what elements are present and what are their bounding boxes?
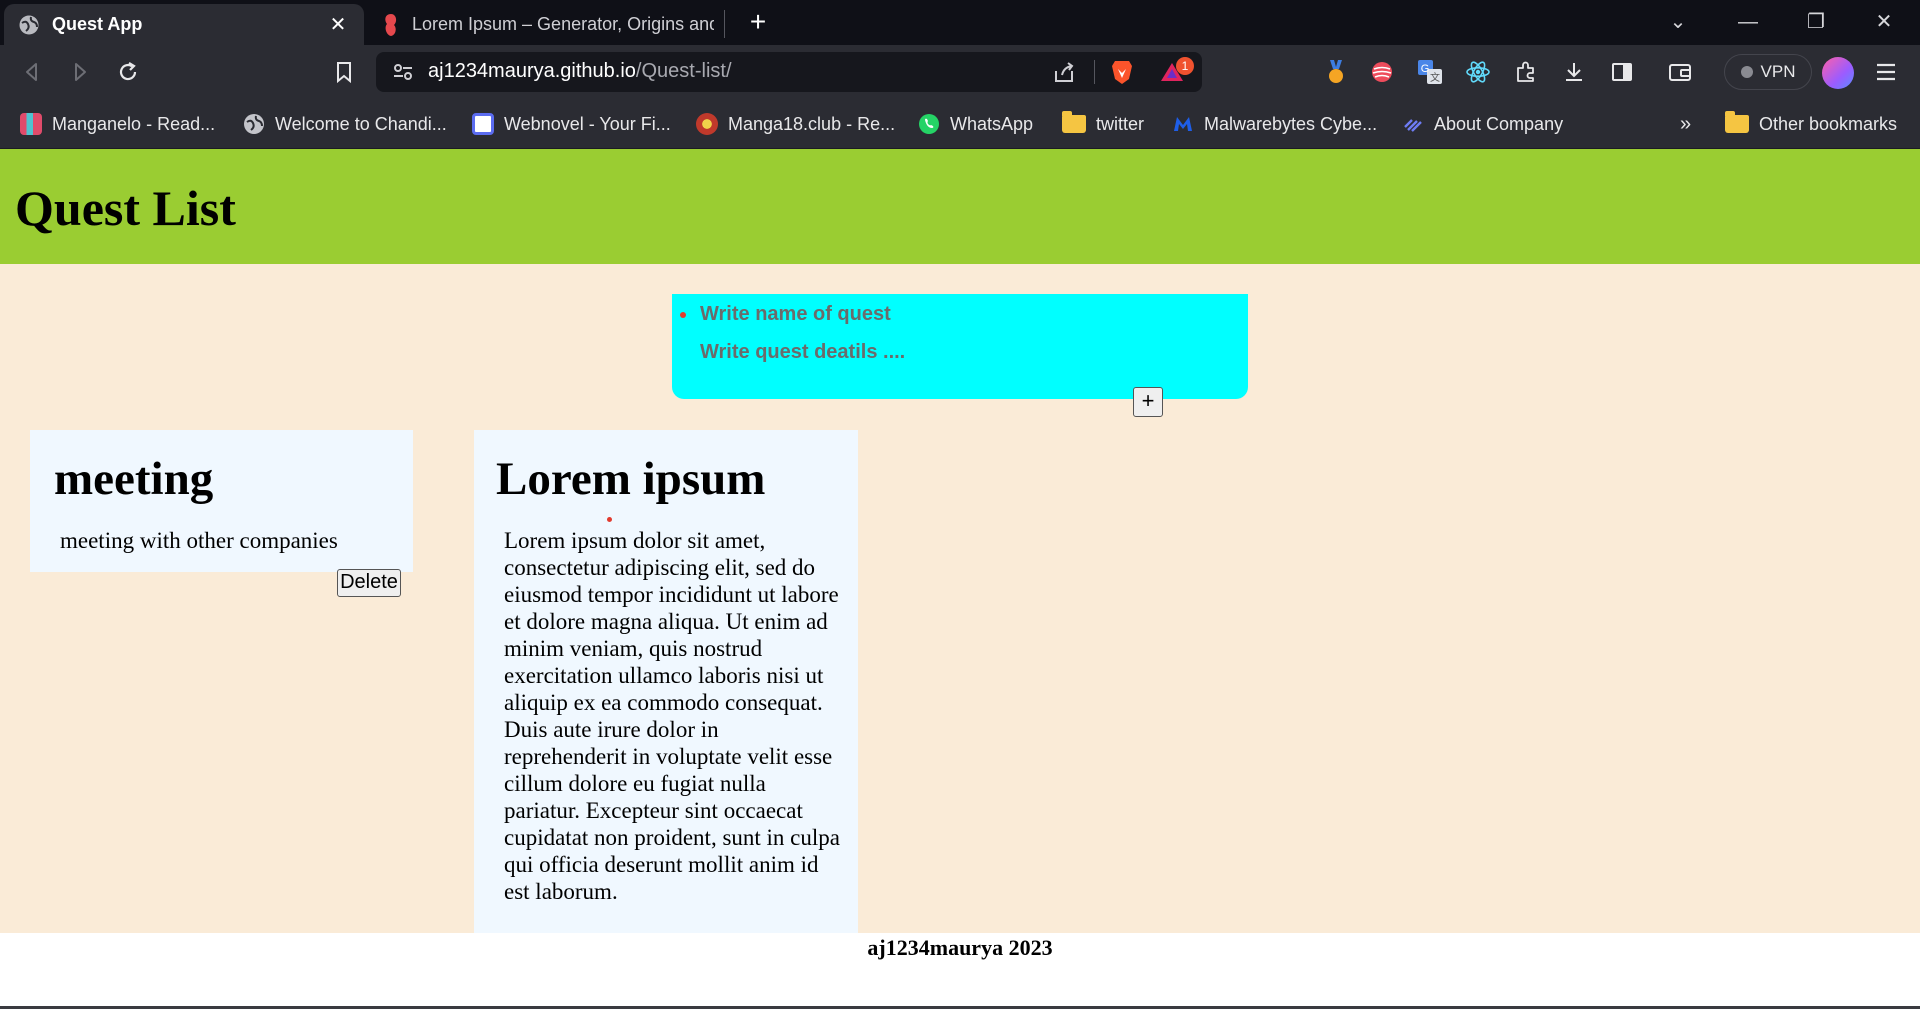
url-text: aj1234maurya.github.io/Quest-list/ <box>428 60 732 83</box>
tab-quest-app[interactable]: Quest App ✕ <box>4 4 364 45</box>
back-icon[interactable] <box>16 56 48 88</box>
bookmarks-bar: Manganelo - Read... Welcome to Chandi...… <box>0 99 1920 149</box>
close-window-icon[interactable]: ✕ <box>1864 8 1904 36</box>
page-footer: aj1234maurya 2023 <box>0 933 1920 1009</box>
malwarebytes-icon <box>1174 117 1192 131</box>
bookmark-label: Welcome to Chandi... <box>275 113 447 134</box>
bookmark-manga18[interactable]: Manga18.club - Re... <box>696 109 895 139</box>
bookmark-webnovel[interactable]: Webnovel - Your Fi... <box>472 109 671 139</box>
site-settings-icon[interactable] <box>392 62 414 82</box>
wallet-icon[interactable] <box>1664 56 1696 88</box>
new-tab-button[interactable]: + <box>742 7 774 39</box>
react-devtools-icon[interactable] <box>1462 56 1494 88</box>
bookmark-whatsapp[interactable]: WhatsApp <box>918 109 1033 139</box>
bookmark-label: Malwarebytes Cybe... <box>1204 113 1378 134</box>
medal-extension-icon[interactable] <box>1320 56 1352 88</box>
quest-card: meeting meeting with other companies <box>30 430 413 572</box>
bookmark-chandigarh[interactable]: Welcome to Chandi... <box>243 109 447 139</box>
quest-form <box>672 294 1248 399</box>
decorative-dot <box>607 517 612 522</box>
whatsapp-icon <box>919 114 939 134</box>
translate-icon[interactable]: G文 <box>1414 56 1446 88</box>
reload-icon[interactable] <box>112 56 144 88</box>
extensions-icon[interactable] <box>1510 56 1542 88</box>
bookmark-label: About Company <box>1434 113 1564 134</box>
red-ball-extension-icon[interactable] <box>1366 56 1398 88</box>
bookmark-manganelo[interactable]: Manganelo - Read... <box>20 109 215 139</box>
footer-text: aj1234maurya 2023 <box>867 935 1053 960</box>
quest-card: Lorem ipsum Lorem ipsum dolor sit amet, … <box>474 430 858 933</box>
quest-details: meeting with other companies <box>60 528 338 553</box>
menu-icon[interactable] <box>1870 56 1902 88</box>
folder-icon <box>1725 111 1749 133</box>
notification-badge: 1 <box>1176 57 1194 75</box>
quest-details-input[interactable] <box>700 338 1220 366</box>
folder-icon <box>1062 111 1086 133</box>
bookmark-label: WhatsApp <box>950 113 1034 134</box>
tab-title: Quest App <box>52 14 143 34</box>
quest-name-input[interactable] <box>700 300 1220 328</box>
svg-text:G: G <box>1421 63 1430 75</box>
url-path: /Quest-list/ <box>635 60 732 82</box>
lorem-ipsum-favicon-icon <box>385 13 397 36</box>
manganelo-favicon-icon <box>20 113 42 135</box>
tab-lorem-ipsum[interactable]: Lorem Ipsum – Generator, Origins and <box>372 4 724 45</box>
bookmark-label: Manga18.club - Re... <box>728 113 896 134</box>
restore-icon[interactable]: ❐ <box>1796 8 1836 36</box>
url-host: aj1234maurya.github.io <box>428 60 636 82</box>
sidebar-toggle-icon[interactable] <box>1606 56 1638 88</box>
add-quest-button[interactable]: + <box>1133 387 1163 417</box>
more-bookmarks-button[interactable]: » <box>1680 109 1691 139</box>
svg-text:文: 文 <box>1430 71 1440 84</box>
other-bookmarks-folder[interactable]: Other bookmarks <box>1725 109 1897 139</box>
url-divider <box>1094 60 1095 84</box>
quest-details: Lorem ipsum dolor sit amet, consectetur … <box>504 528 840 904</box>
delete-button[interactable]: Delete <box>337 569 401 597</box>
profile-avatar[interactable] <box>1822 57 1854 89</box>
vpn-button[interactable]: VPN <box>1724 54 1812 90</box>
address-bar[interactable]: aj1234maurya.github.io/Quest-list/ 1 <box>376 52 1202 92</box>
tab-divider <box>724 10 725 38</box>
globe-icon <box>244 114 264 134</box>
minimize-icon[interactable]: — <box>1728 8 1768 36</box>
vpn-label: VPN <box>1760 62 1796 81</box>
share-icon[interactable] <box>1052 61 1076 83</box>
browser-tab-bar: Quest App ✕ Lorem Ipsum – Generator, Ori… <box>0 0 1920 45</box>
bookmark-about-company[interactable]: About Company <box>1402 109 1563 139</box>
webnovel-favicon-icon <box>472 113 494 135</box>
bookmark-label: Webnovel - Your Fi... <box>504 113 671 134</box>
vpn-status-icon <box>1740 66 1753 78</box>
brave-shields-icon[interactable] <box>1110 59 1134 85</box>
quest-title: meeting <box>54 453 214 505</box>
tab-title: Lorem Ipsum – Generator, Origins and <box>412 14 714 34</box>
about-company-icon <box>1404 119 1422 132</box>
download-icon[interactable] <box>1558 56 1590 88</box>
page-title: Quest List <box>15 180 236 236</box>
bookmark-icon[interactable] <box>328 56 360 88</box>
bookmark-malwarebytes[interactable]: Malwarebytes Cybe... <box>1172 109 1377 139</box>
manga18-favicon-icon <box>696 113 718 135</box>
browser-toolbar: aj1234maurya.github.io/Quest-list/ 1 G文 … <box>0 45 1920 99</box>
quest-title: Lorem ipsum <box>496 453 766 505</box>
forward-icon[interactable] <box>64 56 96 88</box>
bookmark-twitter-folder[interactable]: twitter <box>1062 109 1144 139</box>
app-header: Quest List <box>0 149 1920 264</box>
form-bullet <box>680 312 686 318</box>
tab-list-chevron-icon[interactable]: ⌄ <box>1658 8 1698 36</box>
globe-icon <box>19 15 39 34</box>
page-body: Quest List + meeting meeting with other … <box>0 149 1920 1009</box>
close-tab-icon[interactable]: ✕ <box>326 13 350 37</box>
bookmark-label: Other bookmarks <box>1759 113 1898 134</box>
bookmark-label: twitter <box>1096 113 1145 134</box>
bookmark-label: Manganelo - Read... <box>52 113 216 134</box>
